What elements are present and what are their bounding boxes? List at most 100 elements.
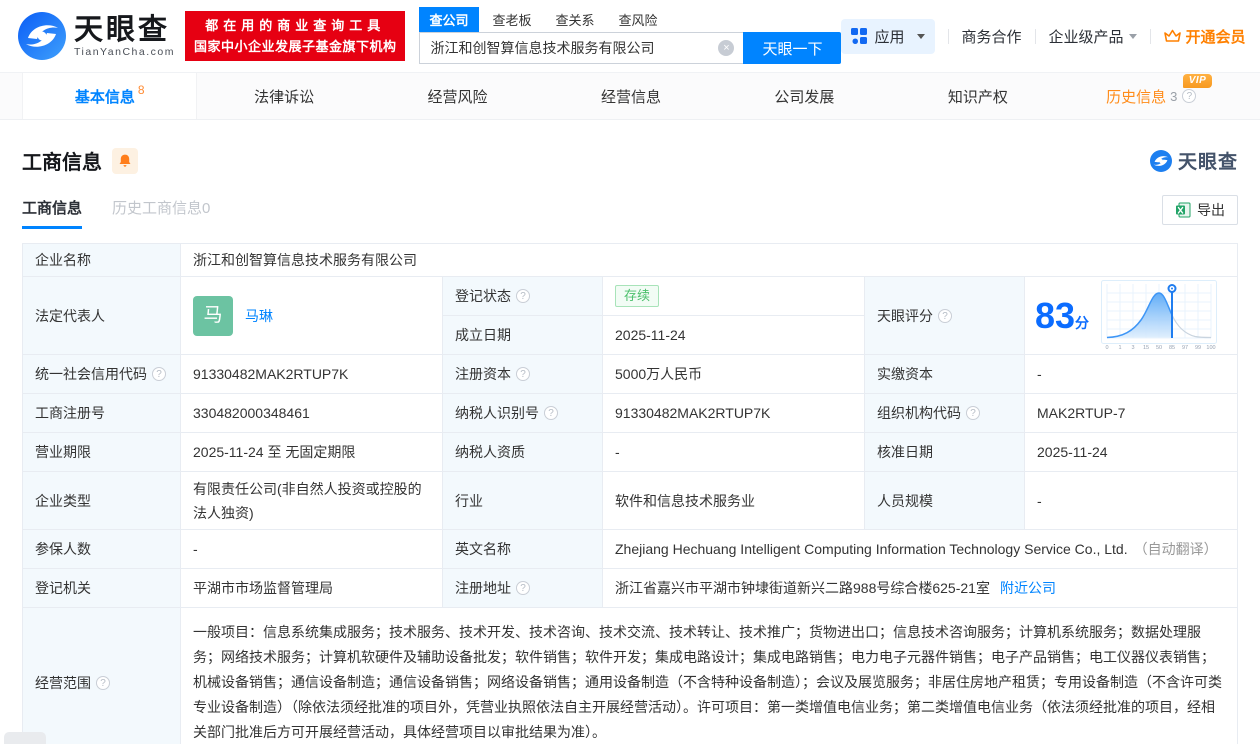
paid-capital-value: - (1025, 355, 1237, 394)
table-row: 参保人数 - 英文名称 Zhejiang Hechuang Intelligen… (23, 530, 1237, 569)
field-label: 注册地址 ? (443, 569, 603, 608)
score-cell: 83分 0 1 3 15 50 85 97 99 100 (1025, 277, 1237, 355)
industry-value: 软件和信息技术服务业 (603, 472, 865, 530)
help-icon[interactable]: ? (516, 367, 530, 381)
subtab-business-info[interactable]: 工商信息 (22, 197, 83, 229)
search-button[interactable]: 天眼一下 (743, 32, 842, 64)
reg-capital-value: 5000万人民币 (603, 355, 865, 394)
svg-text:15: 15 (1143, 345, 1149, 351)
help-icon[interactable]: ? (544, 406, 558, 420)
help-icon[interactable]: ? (938, 308, 952, 323)
tab-label: 基本信息 (74, 88, 135, 106)
business-term-value: 2025-11-24 至 无固定期限 (181, 433, 443, 472)
reg-number-value: 330482000348461 (181, 394, 443, 433)
business-scope-value: 一般项目：信息系统集成服务；技术服务、技术开发、技术咨询、技术交流、技术转让、技… (181, 608, 1237, 744)
subtab-row: 工商信息 历史工商信息0 导出 (22, 195, 1238, 229)
legal-rep-cell: 马 马琳 (181, 277, 443, 355)
table-row: 经营范围 ? 一般项目：信息系统集成服务；技术服务、技术开发、技术咨询、技术交流… (23, 608, 1237, 744)
address-value: 浙江省嘉兴市平湖市钟埭街道新兴二路988号综合楼625-21室 附近公司 (603, 569, 1237, 608)
tab-operation-info[interactable]: 经营信息 (544, 73, 717, 119)
tab-label: 历史信息 (1106, 88, 1167, 106)
bell-icon (119, 154, 131, 167)
field-label: 企业类型 (23, 472, 181, 530)
help-icon[interactable]: ? (152, 367, 166, 381)
nearby-companies-link[interactable]: 附近公司 (1000, 578, 1056, 598)
subtab-history-business-info[interactable]: 历史工商信息0 (112, 197, 210, 229)
chevron-down-icon (1128, 33, 1137, 39)
field-label: 实缴资本 (865, 355, 1025, 394)
help-icon[interactable]: ? (966, 406, 980, 420)
taxpayer-quality-value: - (603, 433, 865, 472)
tab-history-info[interactable]: 历史信息 3 ? VIP (1065, 73, 1238, 119)
avatar[interactable]: 马 (193, 295, 233, 336)
field-label: 工商注册号 (23, 394, 181, 433)
org-code-value: MAK2RTUP-7 (1025, 394, 1237, 433)
company-type-value: 有限责任公司(非自然人投资或控股的法人独资) (181, 472, 443, 530)
tab-badge-count: 8 (137, 83, 145, 97)
svg-text:100: 100 (1206, 345, 1215, 351)
field-label: 统一社会信用代码 ? (23, 355, 181, 394)
field-label: 核准日期 (865, 433, 1025, 472)
english-name-value: Zhejiang Hechuang Intelligent Computing … (603, 530, 1237, 569)
divider (947, 28, 949, 44)
top-header: 天眼查 TianYanCha.com 都在用的商业查询工具 国家中小企业发展子基… (0, 0, 1260, 72)
svg-text:1: 1 (1119, 345, 1122, 351)
search-tab-relation[interactable]: 查关系 (546, 7, 605, 32)
reg-authority-value: 平湖市市场监督管理局 (181, 569, 443, 608)
nav-apps[interactable]: 应用 (841, 18, 935, 54)
tab-count: 3 (1170, 88, 1178, 104)
export-label: 导出 (1197, 202, 1225, 218)
field-label: 人员规模 (865, 472, 1025, 530)
tab-intellectual-property[interactable]: 知识产权 (891, 73, 1064, 119)
svg-text:85: 85 (1169, 345, 1175, 351)
field-label: 英文名称 (443, 530, 603, 569)
est-date-value: 2025-11-24 (603, 316, 865, 355)
tab-operation-risk[interactable]: 经营风险 (371, 73, 544, 119)
floating-widget[interactable] (4, 732, 46, 744)
svg-text:3: 3 (1132, 345, 1135, 351)
tab-legal-proceedings[interactable]: 法律诉讼 (197, 73, 370, 119)
tab-basic-info[interactable]: 基本信息 8 (22, 73, 198, 119)
nav-enterprise-products[interactable]: 企业级产品 (1049, 26, 1137, 47)
field-label: 登记状态 ? (443, 277, 603, 316)
help-icon[interactable]: ? (1182, 89, 1197, 103)
score-value: 83 (1035, 294, 1076, 336)
search-tab-boss[interactable]: 查老板 (483, 7, 542, 32)
field-label: 成立日期 (443, 316, 603, 355)
tab-label: 法律诉讼 (254, 88, 315, 106)
field-label: 纳税人识别号 ? (443, 394, 603, 433)
taxpayer-id-value: 91330482MAK2RTUP7K (603, 394, 865, 433)
tianyancha-logo-icon (18, 12, 66, 60)
crown-icon (1163, 29, 1181, 42)
svg-text:97: 97 (1182, 345, 1188, 351)
tab-label: 知识产权 (947, 88, 1008, 106)
table-row: 企业类型 有限责任公司(非自然人投资或控股的法人独资) 行业 软件和信息技术服务… (23, 472, 1237, 530)
subscribe-bell-button[interactable] (112, 147, 138, 174)
slogan-badge: 都在用的商业查询工具 国家中小企业发展子基金旗下机构 (184, 11, 406, 61)
nav-apps-label: 应用 (874, 28, 905, 46)
field-label: 营业期限 (23, 433, 181, 472)
tab-company-development[interactable]: 公司发展 (718, 73, 891, 119)
search-tab-risk[interactable]: 查风险 (609, 7, 668, 32)
tab-label: 公司发展 (774, 88, 835, 106)
table-row: 登记机关 平湖市市场监督管理局 注册地址 ? 浙江省嘉兴市平湖市钟埭街道新兴二路… (23, 569, 1237, 608)
field-label: 行业 (443, 472, 603, 530)
watermark-logo: 天眼查 (1149, 147, 1238, 174)
approval-date-value: 2025-11-24 (1025, 433, 1237, 472)
nav-open-vip[interactable]: 开通会员 (1163, 26, 1250, 47)
export-button[interactable]: 导出 (1162, 195, 1238, 225)
search-tab-company[interactable]: 查公司 (419, 7, 479, 32)
watermark-text: 天眼查 (1177, 152, 1238, 173)
tianyancha-logo[interactable]: 天眼查 TianYanCha.com (18, 12, 175, 60)
slogan-line2: 国家中小企业发展子基金旗下机构 (193, 39, 397, 54)
help-icon[interactable]: ? (516, 289, 530, 303)
auto-translate-note: （自动翻译） (1133, 541, 1218, 557)
help-icon[interactable]: ? (516, 581, 530, 595)
field-label: 纳税人资质 (443, 433, 603, 472)
score-distribution-chart: 0 1 3 15 50 85 97 99 100 (1101, 279, 1218, 351)
search-input[interactable] (419, 32, 744, 64)
nav-business-coop[interactable]: 商务合作 (962, 26, 1022, 47)
help-icon[interactable]: ? (96, 675, 110, 690)
legal-rep-link[interactable]: 马琳 (245, 306, 273, 326)
table-row: 营业期限 2025-11-24 至 无固定期限 纳税人资质 - 核准日期 202… (23, 433, 1237, 472)
